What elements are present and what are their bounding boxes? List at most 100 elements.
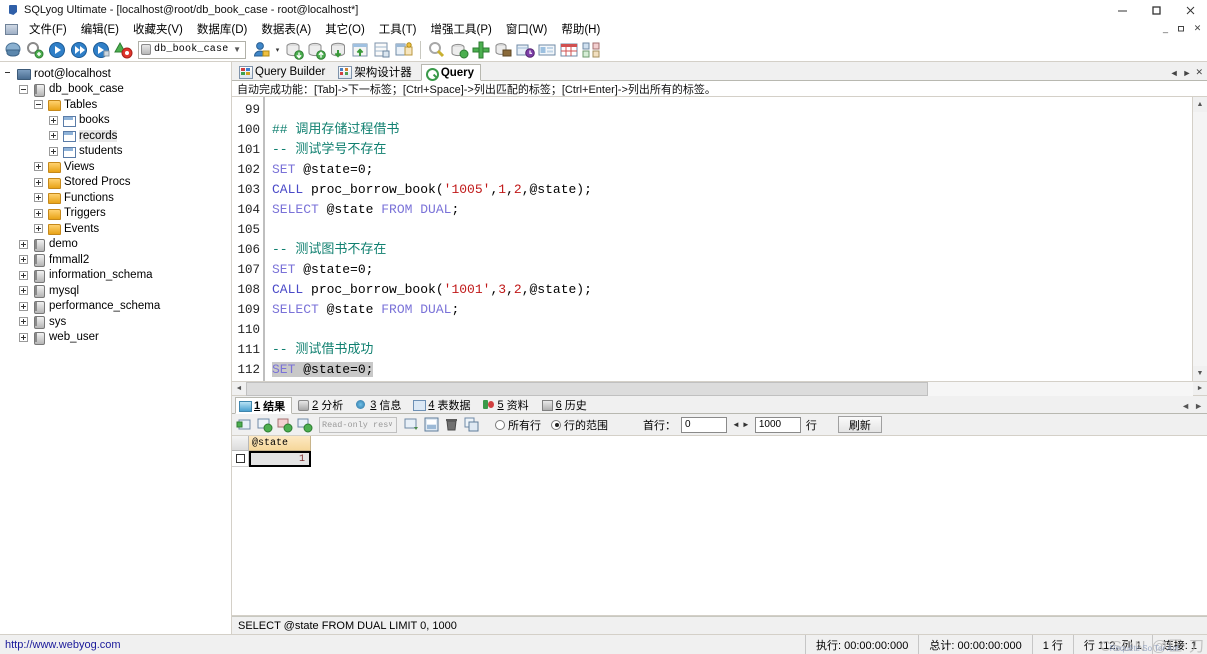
code-line[interactable]: -- 测试借书成功	[272, 340, 1192, 360]
expand-icon[interactable]	[49, 115, 58, 125]
scroll-up-icon[interactable]: ▲	[1192, 97, 1207, 112]
new-connection-icon[interactable]	[3, 40, 23, 60]
row-checkbox[interactable]	[235, 454, 245, 463]
grid-mode-selector[interactable]: Read-only res ∨	[319, 416, 397, 433]
mdi-restore-button[interactable]	[1174, 21, 1189, 35]
tree-node-fmmall2[interactable]: fmmall2	[0, 252, 231, 268]
sql-code-area[interactable]: ## 调用存储过程借书 -- 测试学号不存在 SET @state=0; CALL p…	[265, 97, 1192, 381]
result-tab-6[interactable]: 6 历史	[537, 396, 594, 413]
tab-schema-designer[interactable]: 架构设计器	[334, 63, 419, 80]
menu-file[interactable]: 文件(F)	[22, 20, 74, 38]
menu-favorites[interactable]: 收藏夹(V)	[126, 20, 190, 38]
menu-database[interactable]: 数据库(D)	[190, 20, 254, 38]
query-builder-icon[interactable]	[537, 40, 557, 60]
row-selector-cell[interactable]	[232, 451, 249, 467]
expand-icon[interactable]	[34, 224, 43, 234]
expand-icon[interactable]	[49, 131, 58, 141]
code-line[interactable]: ## 调用存储过程借书	[272, 120, 1192, 140]
menu-other[interactable]: 其它(O)	[318, 20, 372, 38]
code-line[interactable]: CALL proc_borrow_book('1005',1,2,@state)…	[272, 180, 1192, 200]
result-tab-2[interactable]: 2 分析	[293, 396, 350, 413]
duplicate-row-icon[interactable]	[276, 416, 293, 433]
insert-row-icon[interactable]	[236, 416, 253, 433]
tree-node-demo[interactable]: demo	[0, 237, 231, 253]
refresh-objects-icon[interactable]	[427, 40, 447, 60]
code-line[interactable]: -- 测试学号不存在	[272, 140, 1192, 160]
new-query-tab-icon[interactable]	[25, 40, 45, 60]
data-sync-icon[interactable]	[471, 40, 491, 60]
minimize-button[interactable]	[1105, 0, 1139, 20]
expand-icon[interactable]	[34, 208, 43, 218]
tree-node-books[interactable]: books	[0, 113, 231, 129]
refresh-grid-icon[interactable]	[296, 416, 313, 433]
code-line[interactable]: SELECT @state FROM DUAL;	[272, 200, 1192, 220]
page-size-input[interactable]: 1000	[754, 416, 801, 433]
scroll-left-icon[interactable]: ◄	[232, 382, 246, 396]
code-line[interactable]: SET @state=0;	[272, 360, 1192, 380]
update-row-icon[interactable]	[256, 416, 273, 433]
menu-help[interactable]: 帮助(H)	[554, 20, 607, 38]
tree-node-sys[interactable]: sys	[0, 314, 231, 330]
expand-icon[interactable]	[34, 177, 43, 187]
expand-icon[interactable]	[34, 162, 43, 172]
user-manager-dropdown-icon[interactable]: ▾	[273, 40, 282, 60]
tree-node-events[interactable]: Events	[0, 221, 231, 237]
editor-horizontal-scrollbar[interactable]: ◄ ►	[232, 381, 1207, 396]
expand-icon[interactable]	[49, 146, 58, 156]
expand-icon[interactable]	[19, 255, 28, 265]
export-grid-icon[interactable]	[423, 416, 440, 433]
first-row-input[interactable]: 0	[681, 416, 727, 433]
result-tab-5[interactable]: 5 资料	[479, 396, 536, 413]
sql-editor-viewport[interactable]: 99 100 101 102 103 104 105 106 107 108 109 110 111 11…	[232, 97, 1192, 381]
tree-node-tables[interactable]: Tables	[0, 97, 231, 113]
code-line[interactable]	[272, 320, 1192, 340]
table-diagnostics-icon[interactable]	[372, 40, 392, 60]
tree-node-triggers[interactable]: Triggers	[0, 206, 231, 222]
expand-icon[interactable]	[19, 286, 28, 296]
execute-all-queries-icon[interactable]	[69, 40, 89, 60]
refresh-button[interactable]: 刷新	[837, 416, 882, 433]
tree-node-root-localhost[interactable]: root@localhost	[0, 66, 231, 82]
expand-icon[interactable]	[34, 193, 43, 203]
tree-node-students[interactable]: students	[0, 144, 231, 160]
execute-current-icon[interactable]	[91, 40, 111, 60]
expand-icon[interactable]	[19, 301, 28, 311]
result-grid[interactable]: @state 1	[232, 436, 1207, 616]
backup-database-icon[interactable]	[328, 40, 348, 60]
collapse-icon[interactable]	[34, 100, 43, 110]
webyog-link[interactable]: http://www.webyog.com	[0, 639, 232, 651]
radio-row-range[interactable]: 行的范围	[551, 417, 608, 433]
scroll-down-icon[interactable]: ▼	[1192, 366, 1207, 381]
mdi-close-button[interactable]: ✕	[1190, 21, 1205, 35]
radio-all-rows[interactable]: 所有行	[495, 417, 541, 433]
mdi-minimize-button[interactable]: _	[1158, 21, 1173, 35]
tree-node-performance_schema[interactable]: performance_schema	[0, 299, 231, 315]
code-line[interactable]: SET @state=0;	[272, 160, 1192, 180]
code-line[interactable]: CALL proc_borrow_book('1001',3,2,@state)…	[272, 280, 1192, 300]
schema-designer-icon[interactable]	[394, 40, 414, 60]
expand-icon[interactable]	[19, 332, 28, 342]
sql-editor[interactable]: 99 100 101 102 103 104 105 106 107 108 109 110 111 11…	[232, 97, 1207, 382]
export-data-icon[interactable]	[306, 40, 326, 60]
import-data-icon[interactable]	[284, 40, 304, 60]
tabs-close-icon[interactable]: ✕	[1195, 67, 1203, 78]
code-line[interactable]	[272, 100, 1192, 120]
delete-row-icon[interactable]	[443, 416, 460, 433]
restore-database-icon[interactable]	[350, 40, 370, 60]
tab-query[interactable]: Query	[420, 64, 482, 81]
menu-window[interactable]: 窗口(W)	[499, 20, 555, 38]
result-tab-3[interactable]: 3 信息	[351, 396, 408, 413]
expand-icon[interactable]	[19, 239, 28, 249]
result-tab-1[interactable]: 1 结果	[235, 397, 293, 414]
user-manager-icon[interactable]	[251, 40, 271, 60]
menu-powertools[interactable]: 增强工具(P)	[423, 20, 498, 38]
expand-icon[interactable]	[19, 270, 28, 280]
spin-next-icon[interactable]: ►	[742, 420, 750, 429]
tree-node-information_schema[interactable]: information_schema	[0, 268, 231, 284]
editor-vertical-scrollbar[interactable]: ▲ ▼	[1192, 97, 1207, 381]
tabs-prev-icon[interactable]: ◄	[1170, 68, 1179, 78]
spin-prev-icon[interactable]: ◄	[732, 420, 740, 429]
code-line[interactable]	[272, 220, 1192, 240]
close-button[interactable]	[1173, 0, 1207, 20]
tree-node-functions[interactable]: Functions	[0, 190, 231, 206]
